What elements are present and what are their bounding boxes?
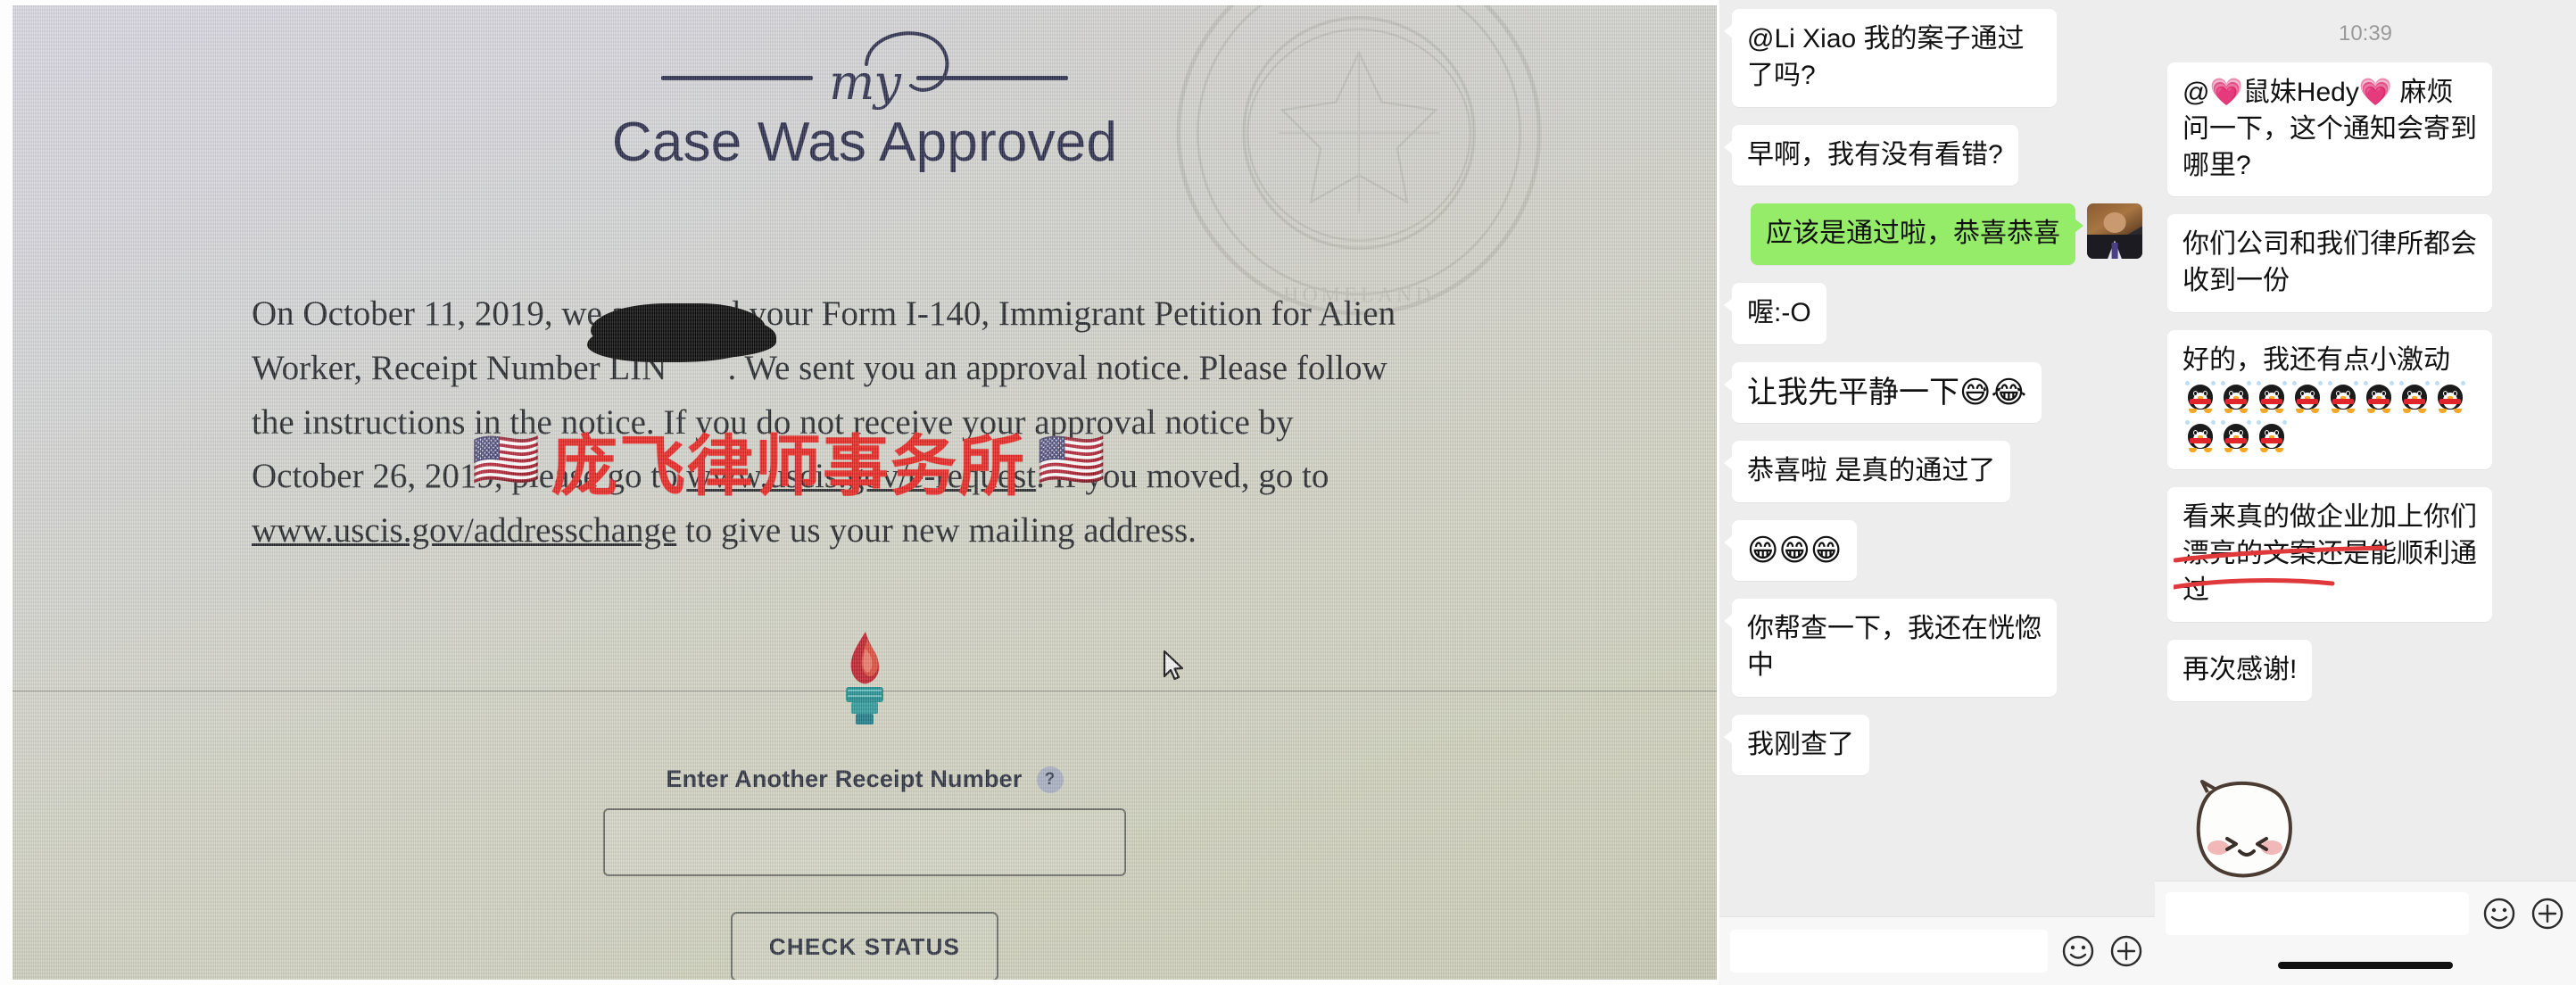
chat-bubble-incoming[interactable]: 我刚查了 <box>1724 714 1869 776</box>
message-row: 我刚查了 <box>1719 714 2155 776</box>
receipt-label-row: Enter Another Receipt Number ? <box>12 766 1717 793</box>
smiley-face-icon[interactable] <box>2060 933 2096 969</box>
chat-bubble-incoming[interactable]: 让我先平静一下😅😂 <box>1723 361 2042 424</box>
avatar[interactable] <box>2087 203 2142 260</box>
message-row: 看来真的做企业加上你们漂亮的文案还是能顺利通过 <box>2155 487 2576 622</box>
photo-left-edge <box>0 0 12 985</box>
message-row-outgoing: 应该是通过啦，恭喜恭喜 <box>1719 203 2155 266</box>
uscis-torch-icon <box>846 632 883 724</box>
receipt-label-text: Enter Another Receipt Number <box>666 766 1023 792</box>
chat-bubble-outgoing[interactable]: 应该是通过啦，恭喜恭喜 <box>1751 203 2083 266</box>
penguin-emoji-icon <box>2257 380 2287 413</box>
approval-body-text: On October 11, 2019, we approved your Fo… <box>252 287 1408 559</box>
chat-input-bar-left[interactable] <box>1719 916 2155 985</box>
black-redaction-mark <box>591 303 766 353</box>
body-text-part-3: . If you moved, go to <box>1036 457 1329 496</box>
message-row: 你帮查一下，我还在恍惚中 <box>1719 599 2155 697</box>
penguin-emoji-icon <box>2257 419 2287 452</box>
chat-bubble-incoming[interactable]: @Li Xiao 我的案子通过了吗? <box>1724 9 2057 107</box>
chat-input-bar-right[interactable] <box>2155 881 2576 946</box>
penguin-emoji-icon <box>2185 380 2216 413</box>
help-question-icon[interactable]: ? <box>1036 766 1064 793</box>
wechat-conversation-left[interactable]: @Li Xiao 我的案子通过了吗? 早啊，我有没有看错? 应该是通过啦，恭喜恭… <box>1719 0 2155 985</box>
penguin-emoji-icon <box>2221 419 2251 452</box>
photo-bottom-edge <box>0 980 1719 985</box>
message-row: 早啊，我有没有看错? <box>1719 124 2155 186</box>
chat-bubble-emoji[interactable]: 😁😁😁 <box>1723 519 1858 581</box>
penguin-emoji-icon <box>2221 380 2251 413</box>
receipt-number-input[interactable] <box>603 808 1126 876</box>
penguin-message-text: 好的，我还有点小激动 <box>2183 344 2450 375</box>
penguin-emoji-icon <box>2328 380 2358 413</box>
chat-scroll-left[interactable]: @Li Xiao 我的案子通过了吗? 早啊，我有没有看错? 应该是通过啦，恭喜恭… <box>1719 0 2155 917</box>
chat-bubble-annotated[interactable]: 看来真的做企业加上你们漂亮的文案还是能顺利通过 <box>2167 487 2492 622</box>
cute-white-blob-sticker[interactable] <box>2188 776 2306 889</box>
penguin-emoji-group <box>2183 380 2468 453</box>
home-indicator-area <box>2155 946 2576 985</box>
mouse-pointer-icon <box>1163 650 1184 681</box>
penguin-emoji-icon <box>2185 419 2216 452</box>
message-row: 让我先平静一下😅😂 <box>1719 361 2155 424</box>
logo-script-text: my <box>829 54 901 111</box>
addresschange-link[interactable]: www.uscis.gov/addresschange <box>252 511 676 550</box>
penguin-emoji-icon <box>2292 380 2323 413</box>
check-status-button[interactable]: CHECK STATUS <box>731 912 998 980</box>
penguin-emoji-icon <box>2435 380 2465 413</box>
chat-bubble-incoming[interactable]: @💗鼠妹Hedy💗 麻烦问一下，这个通知会寄到哪里? <box>2167 62 2492 197</box>
message-row: @Li Xiao 我的案子通过了吗? <box>1719 9 2155 107</box>
e-request-link[interactable]: www.uscis.gov/e-request <box>686 457 1036 495</box>
chat-bubble-penguins[interactable]: 好的，我还有点小激动 <box>2167 329 2492 470</box>
home-indicator-bar[interactable] <box>2278 962 2453 969</box>
penguin-emoji-icon <box>2399 380 2430 413</box>
chat-bubble-incoming[interactable]: 你帮查一下，我还在恍惚中 <box>1724 599 2057 697</box>
logo-rule-right <box>915 75 1068 80</box>
penguin-emoji-icon <box>2364 380 2394 413</box>
message-row: 喔:-O <box>1719 283 2155 344</box>
chat-bubble-incoming[interactable]: 喔:-O <box>1724 283 1826 344</box>
plus-circle-icon[interactable] <box>2530 896 2565 931</box>
message-input-left[interactable] <box>1730 930 2048 973</box>
redacted-receipt-number <box>667 349 727 387</box>
uscis-case-status-photo: U.S. DEPT HOMELAND my Case Was Approved … <box>12 5 1717 980</box>
message-row: 好的，我还有点小激动 <box>2155 329 2576 470</box>
chat-bubble-incoming[interactable]: 早啊，我有没有看错? <box>1724 124 2018 186</box>
page-title: Case Was Approved <box>611 112 1118 173</box>
chat-scroll-right[interactable]: 10:39 @💗鼠妹Hedy💗 麻烦问一下，这个通知会寄到哪里? 你们公司和我们… <box>2155 0 2576 882</box>
chat-bubble-incoming[interactable]: 再次感谢! <box>2167 639 2313 701</box>
message-input-right[interactable] <box>2166 892 2469 935</box>
chat-timestamp: 10:39 <box>2338 21 2393 46</box>
message-row: 恭喜啦 是真的通过了 <box>1719 441 2155 502</box>
message-row: 😁😁😁 <box>1719 519 2155 581</box>
screenshot-root: U.S. DEPT HOMELAND my Case Was Approved … <box>0 0 2576 985</box>
smiley-face-icon[interactable] <box>2481 896 2517 931</box>
message-row: @💗鼠妹Hedy💗 麻烦问一下，这个通知会寄到哪里? <box>2155 62 2576 197</box>
message-row: 再次感谢! <box>2155 639 2576 701</box>
body-text-part-4: to give us your new mailing address. <box>676 511 1197 550</box>
chat-bubble-incoming[interactable]: 你们公司和我们律所都会收到一份 <box>2167 214 2492 312</box>
plus-circle-icon[interactable] <box>2108 933 2144 969</box>
chat-bubble-incoming[interactable]: 恭喜啦 是真的通过了 <box>1723 441 2011 502</box>
message-row: 你们公司和我们律所都会收到一份 <box>2155 214 2576 312</box>
logo-rule-left <box>661 75 814 80</box>
my-uscis-logo: my <box>12 31 1717 112</box>
